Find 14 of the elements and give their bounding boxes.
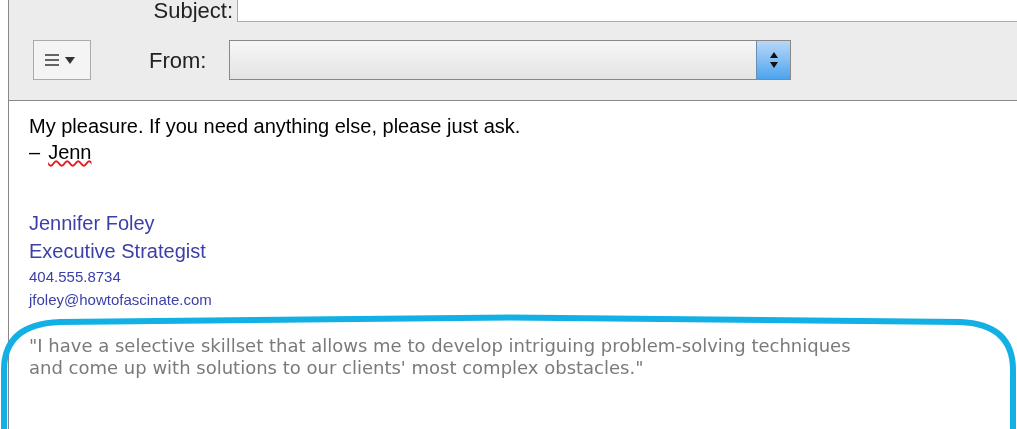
body-text: My pleasure. If you need anything else, please just ask. <box>29 114 521 139</box>
signature-title: Executive Strategist <box>29 239 206 264</box>
format-menu-button[interactable] <box>33 40 91 80</box>
signature-quote: "I have a selective skillset that allows me to develop intriguing problem-solving techniques and come up with solutions to our clients' most complex obstacles." <box>29 335 852 379</box>
signature-name: Jennifer Foley <box>29 211 155 236</box>
signature-phone: 404.555.8734 <box>29 267 121 287</box>
signature-email: jfoley@howtofascinate.com <box>29 290 212 310</box>
body-text: Jenn <box>48 140 92 165</box>
subject-field[interactable] <box>237 0 1017 22</box>
subject-label: Subject: <box>152 0 234 22</box>
dash: – <box>29 140 41 165</box>
stepper-arrows-icon <box>768 51 779 69</box>
from-dropdown[interactable] <box>229 40 791 80</box>
from-label: From: <box>149 46 208 75</box>
